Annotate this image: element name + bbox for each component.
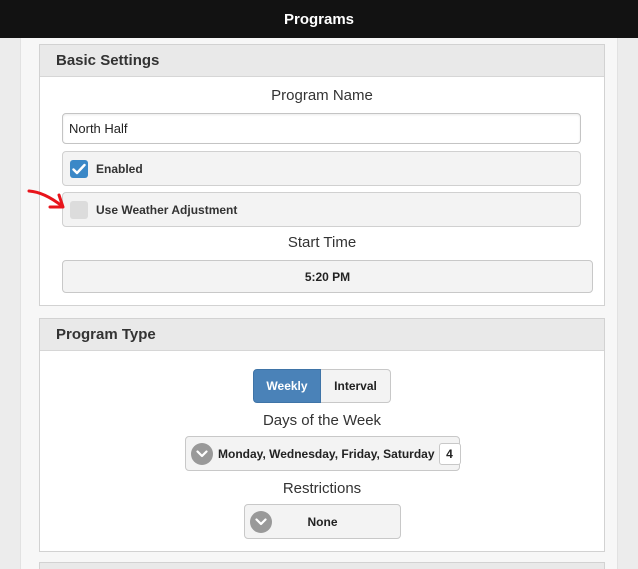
days-of-week-value: Monday, Wednesday, Friday, Saturday: [218, 446, 435, 461]
restrictions-select[interactable]: None: [244, 504, 401, 539]
start-time-label: Start Time: [287, 234, 357, 251]
basic-settings-title: Basic Settings: [56, 52, 160, 69]
program-type-header[interactable]: Program Type: [40, 319, 604, 351]
interval-option[interactable]: Interval: [321, 369, 391, 403]
basic-settings-header[interactable]: Basic Settings: [40, 45, 604, 77]
right-gutter: [617, 38, 638, 569]
start-time-value: 5:20 PM: [304, 269, 351, 284]
program-name-label: Program Name: [271, 87, 373, 104]
enabled-checkbox[interactable]: [70, 159, 88, 178]
left-gutter: [0, 38, 21, 569]
program-type-panel: Program Type Weekly Interval Days of the…: [39, 318, 605, 552]
restrictions-value: None: [307, 514, 338, 529]
chevron-down-icon: [250, 510, 272, 533]
days-count-badge: 4: [438, 442, 461, 465]
program-name-input[interactable]: [62, 113, 581, 144]
page-title: Programs: [283, 10, 355, 28]
enabled-checkbox-row[interactable]: Enabled: [62, 151, 581, 186]
restrictions-label: Restrictions: [282, 480, 362, 497]
start-time-button[interactable]: 5:20 PM: [62, 260, 593, 293]
chevron-down-icon: [191, 442, 213, 465]
days-of-week-label: Days of the Week: [262, 412, 382, 429]
red-arrow-annotation: [27, 189, 65, 209]
enabled-label: Enabled: [96, 161, 143, 176]
next-panel-header[interactable]: [39, 562, 605, 569]
checkmark-icon: [72, 163, 86, 174]
program-type-toggle: Weekly Interval: [253, 369, 391, 403]
days-of-week-select[interactable]: Monday, Wednesday, Friday, Saturday 4: [185, 436, 461, 471]
page-header: Programs: [0, 0, 638, 38]
basic-settings-panel: Basic Settings Program Name Enabled Use …: [39, 44, 605, 306]
weather-adjustment-label: Use Weather Adjustment: [96, 202, 238, 217]
program-type-title: Program Type: [56, 326, 156, 343]
weather-adjustment-checkbox-row[interactable]: Use Weather Adjustment: [62, 192, 581, 227]
weekly-option[interactable]: Weekly: [253, 369, 321, 403]
weather-adjustment-checkbox[interactable]: [70, 200, 88, 219]
